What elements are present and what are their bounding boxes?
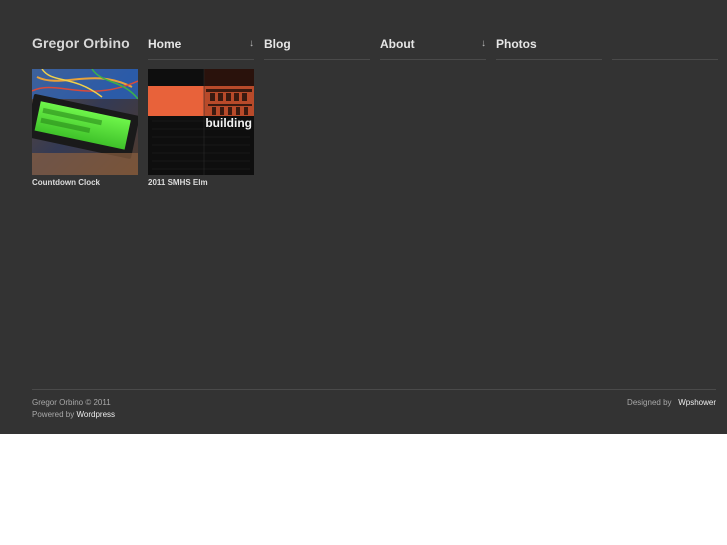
nav-item-label: Blog bbox=[264, 37, 291, 51]
wpshower-link[interactable]: Wpshower bbox=[678, 398, 716, 407]
post-card[interactable]: Countdown Clock bbox=[32, 69, 138, 187]
footer-copyright: Gregor Orbino © 2011 bbox=[32, 398, 111, 407]
dropdown-arrow-icon: ↓ bbox=[481, 38, 486, 49]
lcd-circuit-photo[interactable] bbox=[32, 69, 138, 175]
post-thumbnail-image bbox=[32, 69, 138, 175]
yearbook-cover[interactable]: building bbox=[148, 69, 254, 175]
nav-item-empty[interactable] bbox=[612, 37, 718, 60]
nav-item-label: Photos bbox=[496, 37, 537, 51]
site-logo[interactable]: Gregor Orbino bbox=[32, 35, 130, 51]
post-card[interactable]: building 2011 SMHS Elm bbox=[148, 69, 254, 187]
footer-divider bbox=[32, 389, 716, 390]
wordpress-link[interactable]: Wordpress bbox=[76, 410, 115, 419]
designed-by-prefix: Designed by bbox=[627, 398, 672, 407]
post-thumbnail-image: building bbox=[148, 69, 254, 175]
footer-designed-by: Designed by Wpshower bbox=[627, 398, 716, 407]
nav-item-blog[interactable]: Blog bbox=[264, 37, 370, 60]
post-title[interactable]: 2011 SMHS Elm bbox=[148, 178, 208, 187]
footer-powered-by: Powered by Wordpress bbox=[32, 410, 115, 419]
cover-word: building bbox=[205, 116, 252, 130]
site-container: Gregor Orbino Home ↓ Blog About ↓ Photos bbox=[0, 0, 727, 434]
nav-item-home[interactable]: Home ↓ bbox=[148, 37, 254, 60]
powered-by-prefix: Powered by bbox=[32, 410, 75, 419]
nav-item-label: Home bbox=[148, 37, 182, 51]
dropdown-arrow-icon: ↓ bbox=[249, 38, 254, 49]
post-title[interactable]: Countdown Clock bbox=[32, 178, 100, 187]
nav-item-label: About bbox=[380, 37, 415, 51]
nav-item-photos[interactable]: Photos bbox=[496, 37, 602, 60]
nav-item-about[interactable]: About ↓ bbox=[380, 37, 486, 60]
